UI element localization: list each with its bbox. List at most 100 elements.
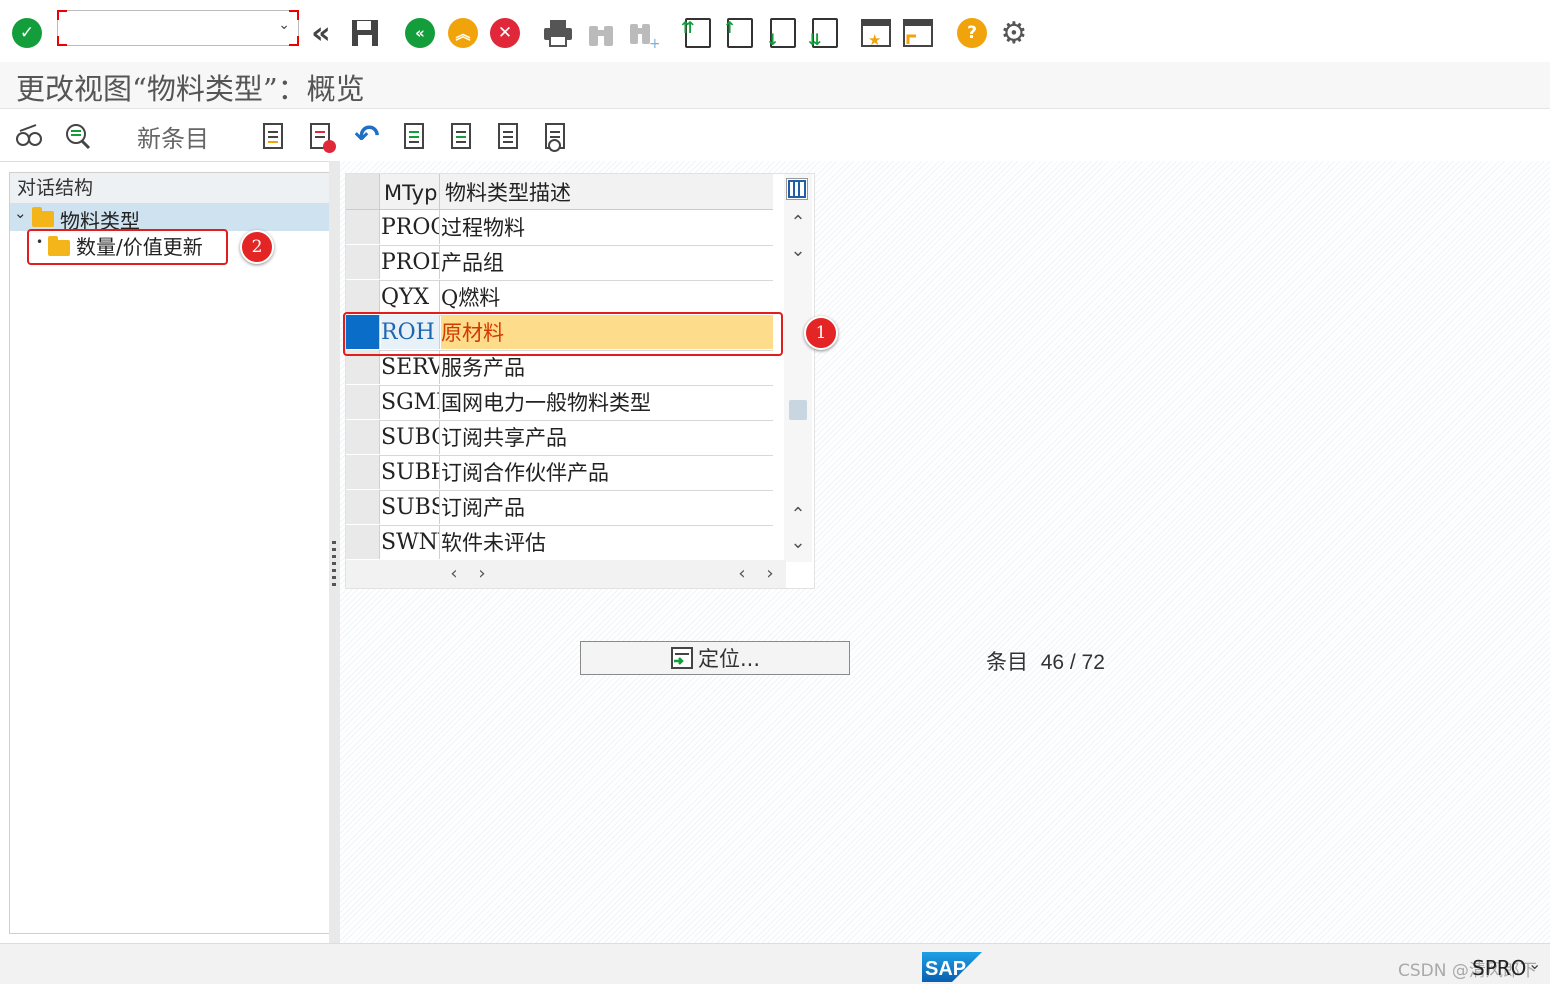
cell-mtyp[interactable]: SUBS [381, 490, 440, 524]
table-row[interactable]: SUBP 订阅合作伙伴产品 [346, 455, 773, 491]
dialog-structure-header: 对话结构 [10, 173, 330, 204]
cell-mtyp[interactable]: SGMM [381, 385, 440, 419]
cell-description[interactable]: 订阅合作伙伴产品 [441, 455, 773, 489]
column-header-mtyp[interactable]: MTyp [384, 174, 437, 209]
table-row[interactable]: SGMM 国网电力一般物料类型 [346, 385, 773, 421]
material-type-table: MTyp 物料类型描述 PROC 过程物料 PROD 产品组 QYX Q燃料 R… [345, 173, 815, 589]
table-row[interactable]: SUBC 订阅共享产品 [346, 420, 773, 456]
find-icon[interactable] [584, 14, 618, 52]
entry-label: 条目 [986, 650, 1028, 674]
tree-node-material-type[interactable]: ⌄ 物料类型 [10, 204, 330, 233]
cell-mtyp[interactable]: SUBP [381, 455, 440, 489]
help-icon[interactable]: ? [955, 14, 989, 52]
table-row[interactable]: SUBS 订阅产品 [346, 490, 773, 526]
previous-page-icon[interactable]: ↑ [723, 14, 757, 52]
cell-description[interactable]: 国网电力一般物料类型 [441, 385, 773, 419]
back-icon[interactable]: « [403, 14, 437, 52]
table-row[interactable]: PROD 产品组 [346, 245, 773, 281]
cell-description[interactable]: 软件未评估 [441, 525, 773, 559]
scroll-line-up-icon[interactable]: ⌄ [786, 240, 810, 262]
folder-open-icon [32, 207, 54, 227]
last-page-icon[interactable]: ⇊ [808, 14, 842, 52]
scroll-line-down-icon[interactable]: ⌃ [786, 504, 810, 526]
scroll-thumb[interactable] [789, 400, 807, 420]
first-page-icon[interactable]: ⇈ [681, 14, 715, 52]
table-row[interactable]: PROC 过程物料 [346, 210, 773, 246]
annotation-badge-2: 2 [240, 230, 274, 264]
shortcut-icon[interactable] [901, 14, 935, 52]
entry-counter: 条目 46 / 72 [986, 646, 1105, 676]
cell-description[interactable]: 过程物料 [441, 210, 773, 244]
svg-text:SAP: SAP [925, 958, 966, 980]
transaction-code: SPRO [1472, 956, 1527, 980]
row-selector[interactable] [346, 245, 380, 279]
position-button-label: 定位... [697, 647, 761, 671]
select-all-icon[interactable] [397, 119, 431, 153]
cell-mtyp[interactable]: SWNV [381, 525, 440, 559]
horizontal-scrollbar[interactable]: ‹ › ‹ › [346, 560, 786, 588]
scroll-left-icon[interactable]: ‹ [730, 563, 754, 585]
select-all-cell[interactable] [346, 174, 380, 209]
row-selector[interactable] [346, 490, 380, 524]
scroll-right-icon[interactable]: › [758, 563, 782, 585]
table-row[interactable]: SWNV 软件未评估 [346, 525, 773, 560]
scroll-page-up-icon[interactable]: ⌃ [786, 212, 810, 234]
cancel-icon[interactable]: ✕ [488, 14, 522, 52]
scroll-right-icon[interactable]: › [470, 563, 494, 585]
status-dropdown-icon[interactable]: ⌄ [1528, 954, 1541, 973]
next-page-icon[interactable]: ↓ [766, 14, 800, 52]
other-view-icon[interactable] [60, 119, 94, 153]
print-view-icon[interactable] [538, 119, 572, 153]
column-settings-icon[interactable] [786, 178, 808, 200]
copy-as-icon[interactable] [256, 119, 290, 153]
row-selector[interactable] [346, 455, 380, 489]
display-change-icon[interactable] [12, 119, 46, 153]
row-selector[interactable] [346, 385, 380, 419]
find-next-icon[interactable]: + [626, 14, 660, 52]
row-selector[interactable] [346, 210, 380, 244]
vertical-scrollbar[interactable]: ⌃ ⌄ ⌃ ⌄ [784, 174, 812, 562]
cell-mtyp[interactable]: SUBC [381, 420, 440, 454]
undo-icon[interactable]: ↶ [350, 119, 384, 154]
row-selector[interactable] [346, 420, 380, 454]
table-view-area: MTyp 物料类型描述 PROC 过程物料 PROD 产品组 QYX Q燃料 R… [340, 161, 1550, 943]
table-header: MTyp 物料类型描述 [346, 174, 773, 210]
row-selector[interactable] [346, 525, 380, 559]
cell-description[interactable]: 产品组 [441, 245, 773, 279]
page-title: 更改视图“物料类型”：概览 [16, 72, 365, 106]
position-button[interactable]: 定位... [580, 641, 850, 675]
deselect-all-icon[interactable] [491, 119, 525, 153]
expand-chevron-icon[interactable]: ⌄ [14, 204, 27, 222]
cell-mtyp[interactable]: PROC [381, 210, 440, 244]
back-double-icon[interactable]: « [304, 14, 338, 52]
enter-icon[interactable]: ✓ [10, 14, 44, 52]
cell-description[interactable]: 订阅共享产品 [441, 420, 773, 454]
column-header-description[interactable]: 物料类型描述 [445, 174, 571, 209]
new-entries-button[interactable]: 新条目 [137, 119, 209, 154]
delete-icon[interactable] [303, 119, 337, 153]
customize-layout-icon[interactable]: ⚙ [997, 14, 1031, 52]
command-field[interactable]: ⌄ [57, 10, 299, 46]
cell-mtyp[interactable]: PROD [381, 245, 440, 279]
exit-icon[interactable]: ︽ [446, 14, 480, 52]
row-selector[interactable] [346, 280, 380, 314]
cell-description[interactable]: 订阅产品 [441, 490, 773, 524]
chevron-down-icon[interactable]: ⌄ [278, 17, 290, 33]
annotation-badge-1: 1 [804, 316, 838, 350]
panel-splitter[interactable] [329, 161, 340, 943]
create-session-icon[interactable]: ★ [859, 14, 893, 52]
title-bar: 更改视图“物料类型”：概览 [0, 62, 1550, 109]
entry-count: 46 / 72 [1040, 651, 1105, 674]
highlight-box-2 [27, 229, 228, 265]
table-row[interactable]: QYX Q燃料 [346, 280, 773, 316]
position-icon [670, 647, 693, 669]
save-icon[interactable] [348, 14, 382, 52]
select-block-icon[interactable] [444, 119, 478, 153]
svg-text:★: ★ [868, 31, 881, 48]
svg-text:+: + [649, 36, 659, 48]
scroll-page-down-icon[interactable]: ⌄ [786, 532, 810, 554]
scroll-left-icon[interactable]: ‹ [442, 563, 466, 585]
cell-mtyp[interactable]: QYX [381, 280, 440, 314]
print-icon[interactable] [541, 14, 575, 52]
cell-description[interactable]: Q燃料 [441, 280, 773, 314]
